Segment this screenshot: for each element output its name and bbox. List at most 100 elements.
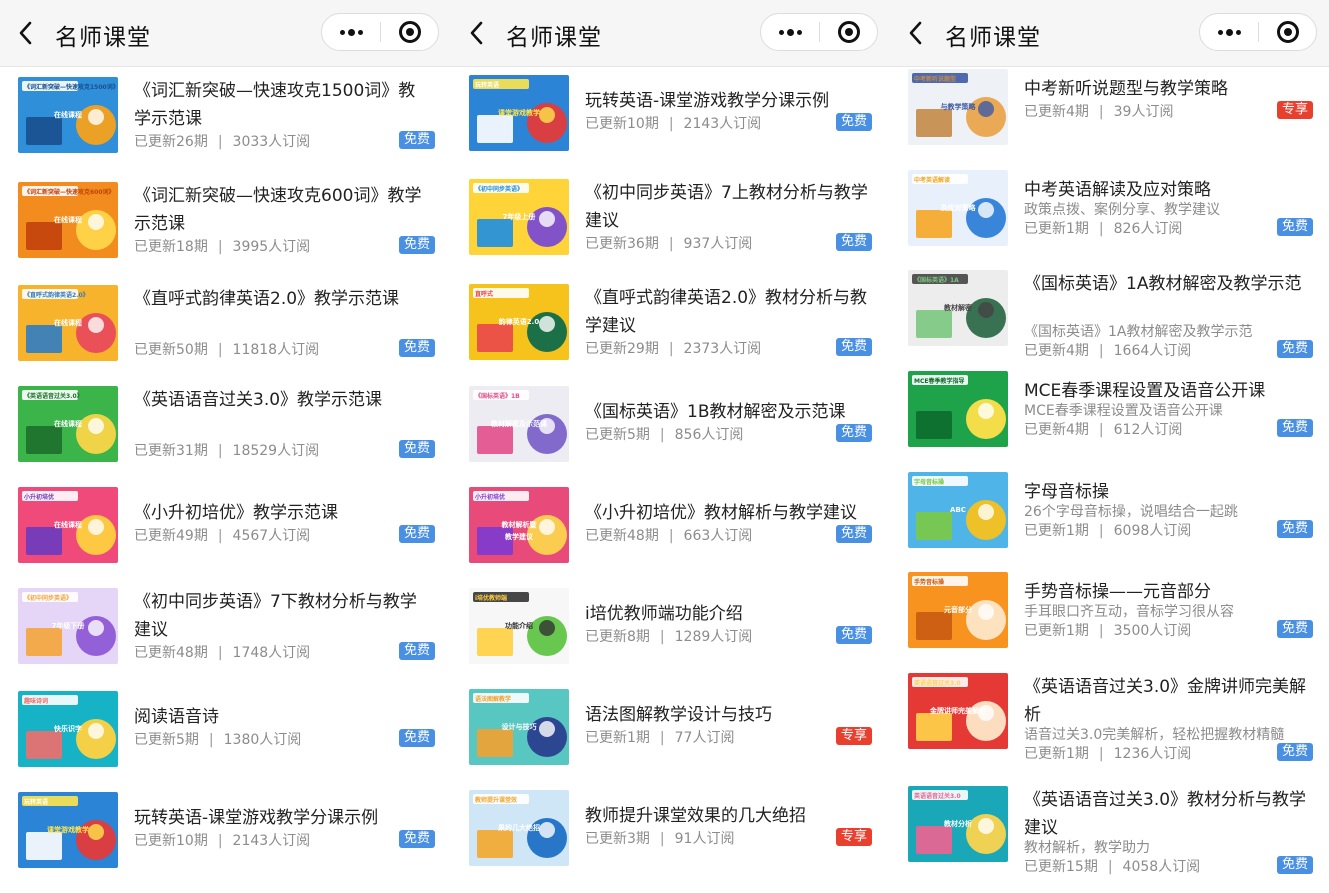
meta-separator: | [217, 342, 223, 358]
free-badge: 免费 [1276, 340, 1313, 358]
course-list-item[interactable]: 教师提升课堂效 果的几大绝招 教师提升课堂效果的几大绝招 已更新3期 | 91人订阅 专享 [451, 790, 890, 880]
course-list-item[interactable]: 《初中同步英语》 7年级下册 《初中同步英语》7下教材分析与教学建议 已更新48期 | 1… [0, 588, 451, 678]
course-list-item[interactable]: 玩转英语 课堂游戏教学 玩转英语-课堂游戏教学分课示例 已更新10期 | 2143人订阅免… [451, 75, 890, 165]
course-list-item[interactable]: 小升初培优 在线课程 《小升初培优》教学示范课 已更新49期 | 4567人订阅 免费 [0, 487, 451, 577]
course-thumbnail[interactable]: 《初中同步英语》 7年级上册 [469, 179, 569, 255]
course-list-item[interactable]: 《国标英语》1B 教材解密及示范课 《国标英语》1B教材解密及示范课 已更新5期 | 85… [451, 386, 890, 476]
course-thumbnail[interactable]: 英语语音过关3.0 教材分析 [908, 786, 1008, 862]
course-title: 《英语语音过关3.0》金牌讲师完美解析 [1024, 677, 1307, 725]
course-list-item[interactable]: 《词汇新突破—快速攻克600词》 在线课程 《词汇新突破—快速攻克600词》教学示范… [0, 182, 451, 272]
course-list-item[interactable]: 直呼式 韵律英语2.0 《直呼式韵律英语2.0》教材分析与教学建议 已更新29期 | 23… [451, 284, 890, 374]
thumbnail-text: 直呼式 [475, 290, 493, 298]
course-list-item[interactable]: 英语语音过关3.0 教材分析 《英语语音过关3.0》教材分析与教学建议 教材解析，教学… [890, 786, 1329, 876]
course-subtitle: 政策点拨、案例分享、教学建议 [1024, 202, 1220, 218]
course-thumbnail[interactable]: 字母音标操 ABC [908, 472, 1008, 548]
course-thumbnail[interactable]: 《英语语音过关3.0》 在线课程 [18, 386, 118, 462]
course-thumbnail[interactable]: 《词汇新突破—快速攻克600词》 在线课程 [18, 182, 118, 258]
course-thumbnail[interactable]: 教师提升课堂效 果的几大绝招 [469, 790, 569, 866]
thumbnail-text: 中考英语解读 [914, 176, 950, 184]
thumbnail-text: 在线课程 [54, 318, 82, 327]
course-list-item[interactable]: 趣味诗词 快乐识字 阅读语音诗 已更新5期 | 1380人订阅 免费 [0, 691, 451, 781]
course-thumbnail[interactable]: 《初中同步英语》 7年级下册 [18, 588, 118, 664]
course-list-item[interactable]: 中考英语解读 及应对策略 中考英语解读及应对策略 政策点拨、案例分享、教学建议 已更新1… [890, 170, 1329, 260]
course-thumbnail[interactable]: 小升初培优 教材解析暨 教学建议 [469, 487, 569, 563]
course-thumbnail[interactable]: 《国标英语》1A 教材解密 [908, 270, 1008, 346]
course-title: 《直呼式韵律英语2.0》教材分析与教学建议 [585, 288, 868, 336]
update-count: 已更新10期 [134, 833, 208, 849]
subscriber-count: 91人订阅 [674, 831, 735, 847]
thumbnail-graphic: 玩转英语课堂游戏教学 [18, 792, 118, 868]
target-circle-icon[interactable] [1260, 14, 1316, 50]
free-badge: 免费 [835, 424, 872, 442]
course-list-item[interactable]: 手势音标操 元音部分 手势音标操——元音部分 手耳眼口齐互动，音标学习很从容 已更新1期… [890, 572, 1329, 662]
more-dots-icon[interactable] [761, 14, 819, 50]
free-badge: 免费 [398, 642, 435, 660]
free-badge: 免费 [835, 338, 872, 356]
more-dots-icon[interactable] [322, 14, 380, 50]
course-thumbnail[interactable]: 小升初培优 在线课程 [18, 487, 118, 563]
course-title: 《英语语音过关3.0》教学示范课 [134, 390, 383, 410]
course-thumbnail[interactable]: 趣味诗词 快乐识字 [18, 691, 118, 767]
thumbnail-graphic: i培优教师端功能介绍 [469, 588, 569, 664]
thumbnail-graphic: 《初中同步英语》 7年级下册 [18, 588, 118, 664]
course-list-item[interactable]: 中考新听说题型 与教学策略 中考新听说题型与教学策略 已更新4期 | 39人订阅 专享 [890, 69, 1329, 159]
update-count: 已更新31期 [134, 443, 208, 459]
course-list-item[interactable]: MCE春季教学指导 MCE春季课程设置及语音公开课 MCE春季课程设置及语音公开课已… [890, 371, 1329, 461]
course-title: 《小升初培优》教学示范课 [134, 503, 338, 523]
course-thumbnail[interactable]: 玩转英语 课堂游戏教学 [18, 792, 118, 868]
course-list-item[interactable]: 小升初培优 教材解析暨 教学建议 《小升初培优》教材解析与教学建议 已更新48期 | 663… [451, 487, 890, 577]
center-dot [406, 28, 414, 36]
course-list-item[interactable]: 《英语语音过关3.0》 在线课程 《英语语音过关3.0》教学示范课 已更新31期 | 18… [0, 386, 451, 476]
course-thumbnail[interactable]: 《直呼式韵律英语2.0》 在线课程 [18, 285, 118, 361]
back-button[interactable] [14, 19, 40, 47]
subscriber-count: 77人订阅 [674, 730, 735, 746]
course-thumbnail[interactable]: i培优教师端 功能介绍 [469, 588, 569, 664]
course-meta: 已更新49期 | 4567人订阅 [134, 525, 310, 547]
course-thumbnail[interactable]: 《词汇新突破—快速攻克1500词》 在线课程 [18, 77, 118, 153]
course-list-item[interactable]: 《国标英语》1A 教材解密 《国标英语》1A教材解密及教学示范 《国标英语》1A教材解… [890, 270, 1329, 360]
course-thumbnail[interactable]: 直呼式 韵律英语2.0 [469, 284, 569, 360]
course-thumbnail[interactable]: 玩转英语 课堂游戏教学 [469, 75, 569, 151]
free-badge: 免费 [398, 131, 435, 149]
back-button[interactable] [904, 19, 930, 47]
free-badge: 免费 [1276, 856, 1313, 874]
target-circle-icon[interactable] [821, 14, 877, 50]
course-title: 《小升初培优》教材解析与教学建议 [585, 503, 857, 523]
free-badge: 免费 [398, 440, 435, 458]
thumbnail-text: 设计与技巧 [502, 722, 537, 731]
course-thumbnail[interactable]: 手势音标操 元音部分 [908, 572, 1008, 648]
navbar: 名师课堂 [890, 0, 1329, 67]
course-meta: 已更新29期 | 2373人订阅 [585, 338, 761, 360]
course-list-item[interactable]: i培优教师端 功能介绍 i培优教师端功能介绍 已更新8期 | 1289人订阅 免费 [451, 588, 890, 678]
course-thumbnail[interactable]: 《国标英语》1B 教材解密及示范课 [469, 386, 569, 462]
course-thumbnail[interactable]: MCE春季教学指导 [908, 371, 1008, 447]
update-count: 已更新18期 [134, 239, 208, 255]
course-list-item[interactable]: 字母音标操 ABC 字母音标操 26个字母音标操，说唱结合一起跳 已更新1期 | 6098人… [890, 472, 1329, 562]
page-title: 名师课堂 [506, 25, 602, 51]
course-thumbnail[interactable]: 英语语音过关3.0 金牌讲师完美解析 [908, 673, 1008, 749]
update-count: 已更新3期 [585, 831, 650, 847]
meta-separator: | [1098, 623, 1104, 639]
subscriber-count: 937人订阅 [683, 236, 753, 252]
course-thumbnail[interactable]: 中考新听说题型 与教学策略 [908, 69, 1008, 145]
update-count: 已更新1期 [1024, 221, 1089, 237]
back-button[interactable] [465, 19, 491, 47]
course-list-item[interactable]: 《直呼式韵律英语2.0》 在线课程 《直呼式韵律英语2.0》教学示范课 已更新50期 |… [0, 285, 451, 375]
meta-separator: | [217, 239, 223, 255]
target-circle-icon[interactable] [382, 14, 438, 50]
free-badge: 免费 [398, 830, 435, 848]
course-list-item[interactable]: 英语语音过关3.0 金牌讲师完美解析 《英语语音过关3.0》金牌讲师完美解析 语音过关… [890, 673, 1329, 763]
course-list-item[interactable]: 《词汇新突破—快速攻克1500词》 在线课程 《词汇新突破—快速攻克1500词》教学… [0, 77, 451, 167]
free-badge: 免费 [398, 525, 435, 543]
thumbnail-graphic: 中考新听说题型与教学策略 [908, 69, 1008, 145]
course-meta: 已更新26期 | 3033人订阅 [134, 131, 310, 153]
course-title: 《词汇新突破—快速攻克1500词》教学示范课 [134, 81, 416, 129]
course-list-item[interactable]: 语法图解教学 设计与技巧 语法图解教学设计与技巧 已更新1期 | 77人订阅 专享 [451, 689, 890, 779]
course-thumbnail[interactable]: 中考英语解读 及应对策略 [908, 170, 1008, 246]
course-title: 中考新听说题型与教学策略 [1024, 79, 1228, 99]
subscriber-count: 2143人订阅 [232, 833, 311, 849]
course-list-item[interactable]: 《初中同步英语》 7年级上册 《初中同步英语》7上教材分析与教学建议 已更新36期 | 9… [451, 179, 890, 269]
course-list-item[interactable]: 玩转英语 课堂游戏教学 玩转英语-课堂游戏教学分课示例 已更新10期 | 2143人订阅免… [0, 792, 451, 882]
more-dots-icon[interactable] [1200, 14, 1258, 50]
course-thumbnail[interactable]: 语法图解教学 设计与技巧 [469, 689, 569, 765]
